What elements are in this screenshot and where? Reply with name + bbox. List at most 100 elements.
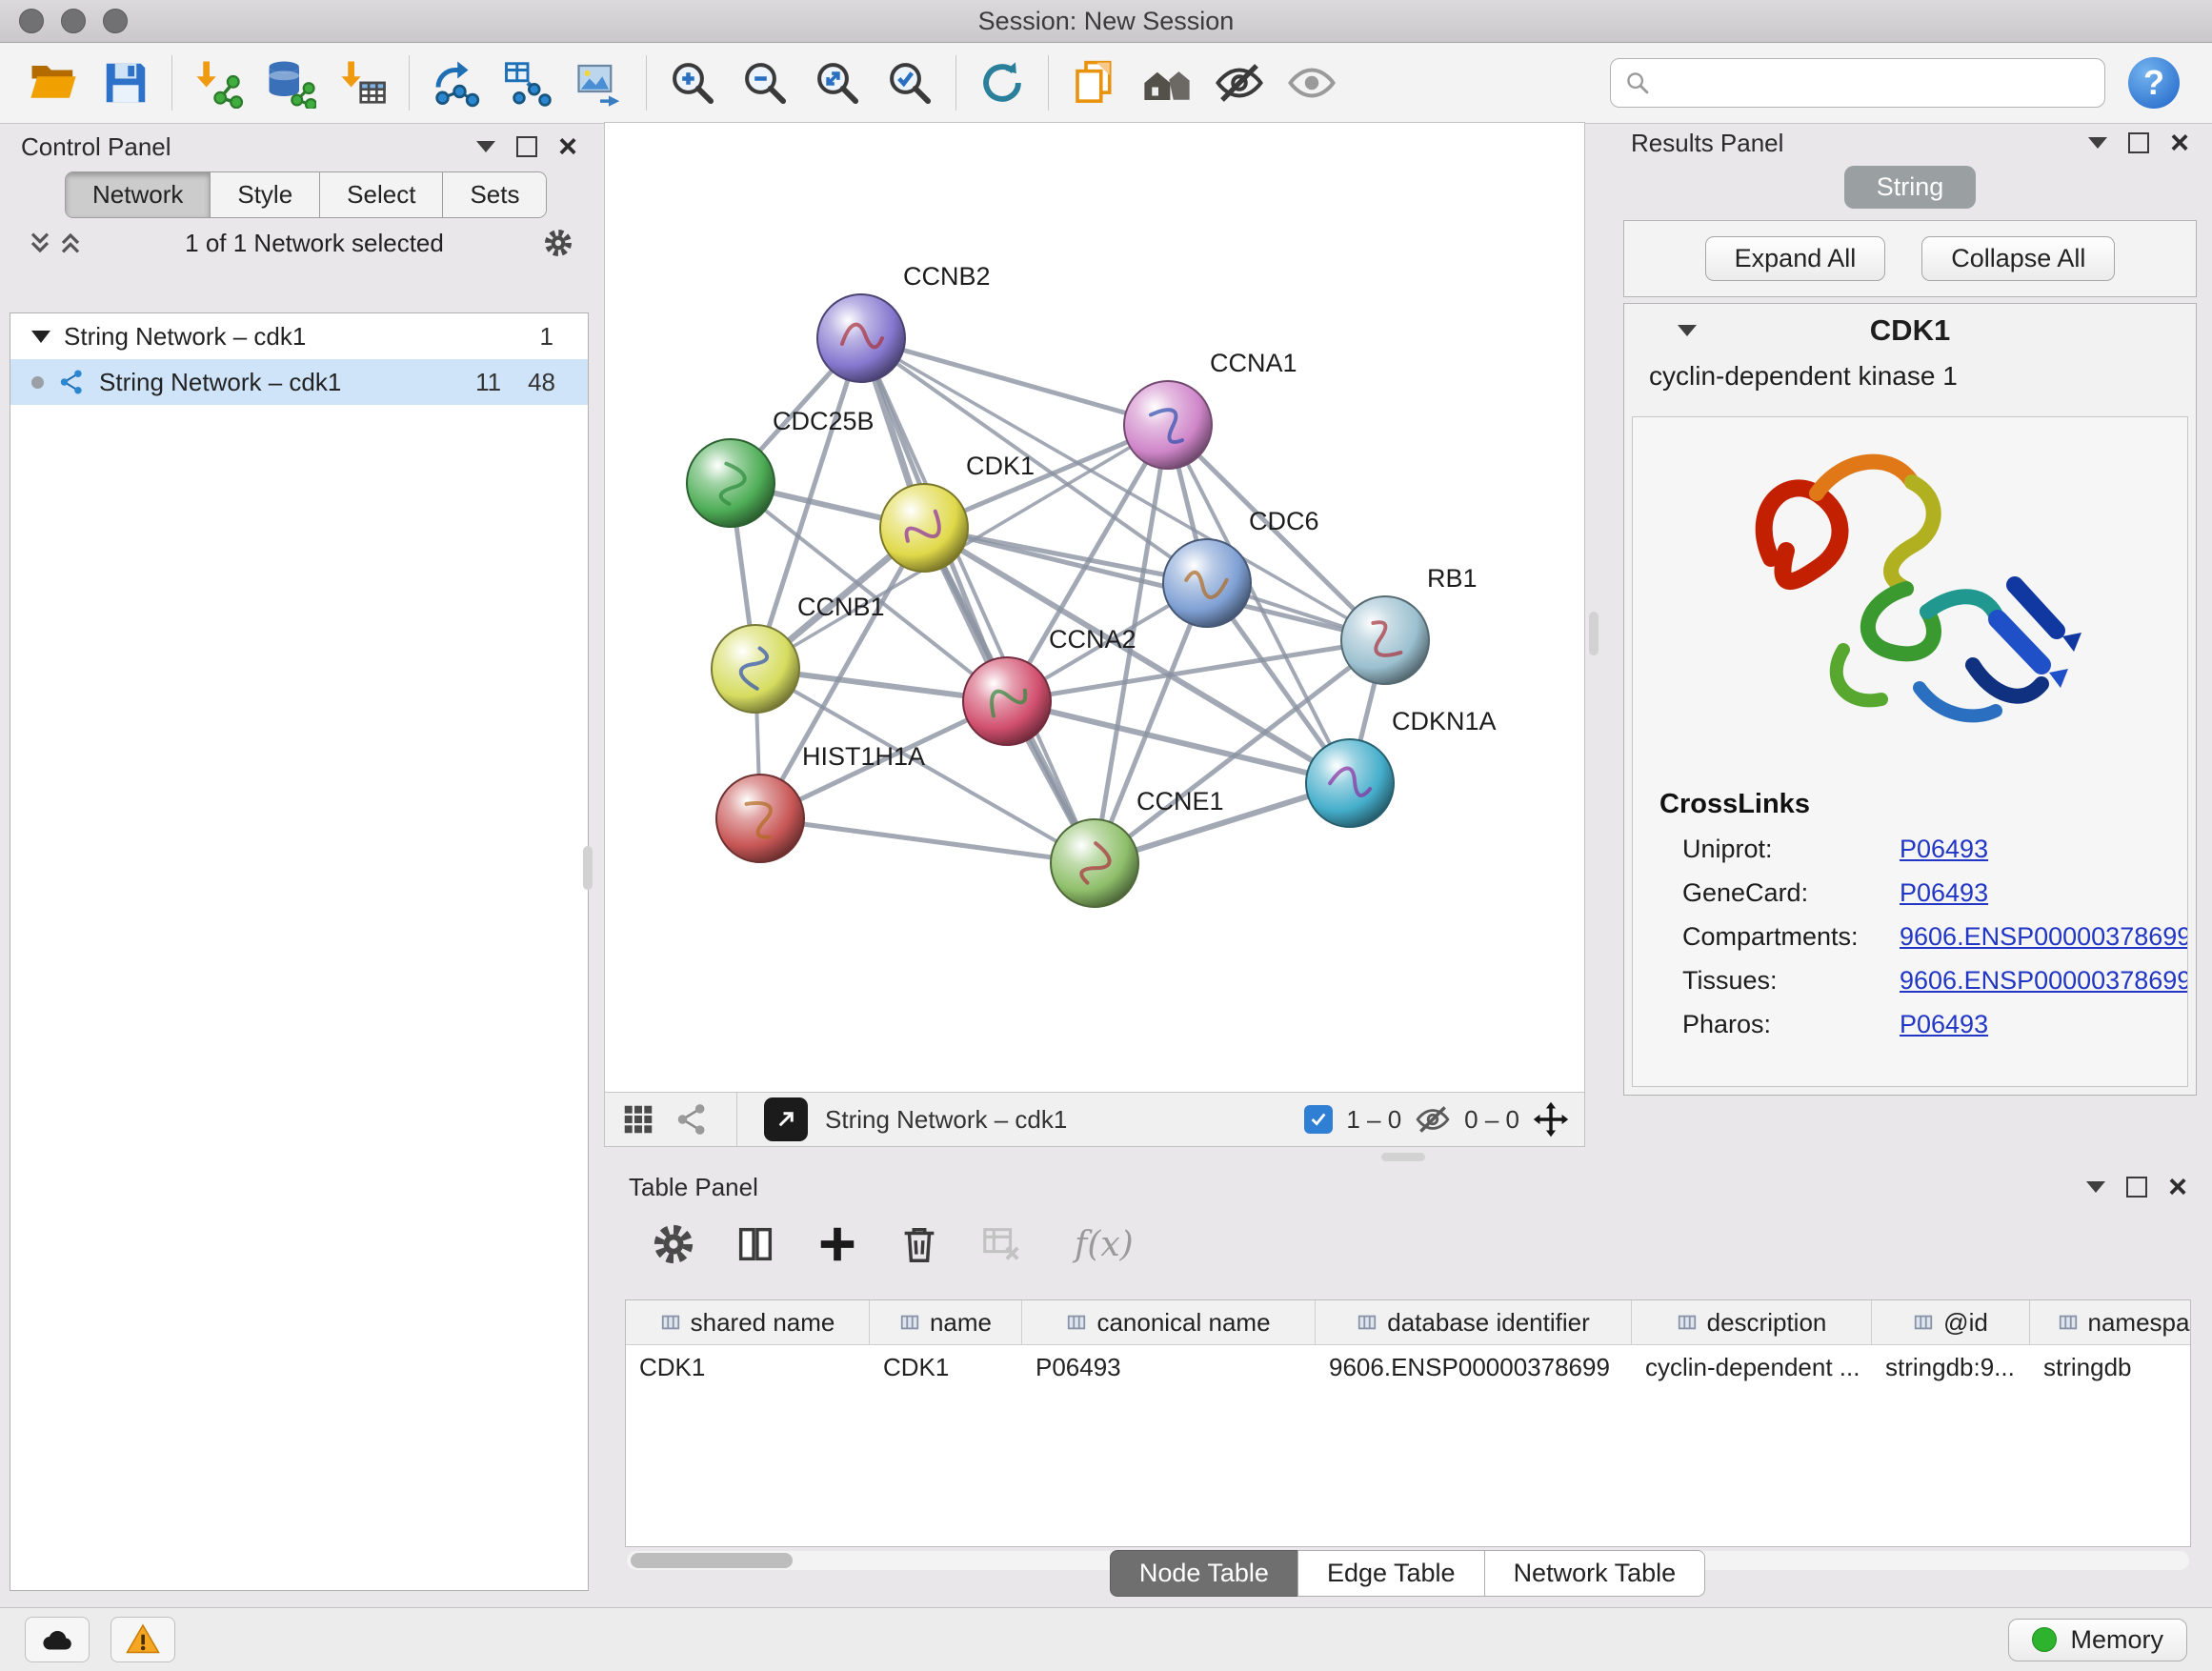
column-header--id[interactable]: @id <box>1872 1300 2030 1344</box>
network-node-RB1[interactable] <box>1341 596 1429 684</box>
close-panel-icon[interactable]: × <box>2168 1171 2187 1203</box>
collapse-all-icon[interactable] <box>25 228 55 258</box>
network-canvas[interactable]: CCNB2CCNA1CDC25BCDK1CDC6RB1CCNB1CCNA2CDK… <box>605 123 1584 1092</box>
collapse-gene-caret-icon[interactable] <box>1678 325 1697 336</box>
open-session-button[interactable] <box>17 50 90 116</box>
table-cell[interactable]: cyclin-dependent ... <box>1632 1345 1872 1389</box>
panel-menu-caret-icon[interactable] <box>476 141 495 152</box>
panel-menu-caret-icon[interactable] <box>2088 137 2107 149</box>
column-header-name[interactable]: name <box>870 1300 1022 1344</box>
tab-network[interactable]: Network <box>66 172 210 217</box>
collapse-all-button[interactable]: Collapse All <box>1921 236 2115 281</box>
tab-sets[interactable]: Sets <box>442 172 546 217</box>
search-box[interactable] <box>1610 58 2105 108</box>
help-button[interactable]: ? <box>2128 57 2180 109</box>
float-panel-icon[interactable] <box>2126 1177 2147 1198</box>
warnings-button[interactable] <box>111 1617 175 1662</box>
annotation-mode-button[interactable] <box>764 1097 808 1141</box>
column-header-description[interactable]: description <box>1632 1300 1872 1344</box>
gear-icon[interactable] <box>543 228 573 258</box>
zoom-window-button[interactable] <box>103 9 128 33</box>
network-from-table-button[interactable] <box>492 50 564 116</box>
crosslink-link[interactable]: P06493 <box>1900 1010 1988 1039</box>
splitter-handle[interactable] <box>1381 1153 1425 1161</box>
tree-expand-caret-icon[interactable] <box>31 331 50 343</box>
expand-all-button[interactable]: Expand All <box>1705 236 1886 281</box>
network-node-CDC25B[interactable] <box>687 439 774 527</box>
network-node-CDKN1A[interactable] <box>1306 739 1394 827</box>
cloud-status-button[interactable] <box>25 1617 90 1662</box>
function-builder-button[interactable]: f(x) <box>1075 1225 1134 1264</box>
table-cell[interactable]: CDK1 <box>626 1345 870 1389</box>
export-image-button[interactable] <box>564 50 636 116</box>
table-cell[interactable]: stringdb:9... <box>1872 1345 2030 1389</box>
network-node-CCNA1[interactable] <box>1124 381 1212 469</box>
table-cell[interactable]: stringdb <box>2030 1345 2191 1389</box>
column-header-database-identifier[interactable]: database identifier <box>1316 1300 1632 1344</box>
tab-string[interactable]: String <box>1844 166 1977 209</box>
close-window-button[interactable] <box>19 9 44 33</box>
zoom-fit-button[interactable] <box>801 50 874 116</box>
import-table-file-button[interactable] <box>327 50 399 116</box>
hidden-eye-slash-icon[interactable] <box>1415 1101 1451 1137</box>
table-cell[interactable]: 9606.ENSP00000378699 <box>1316 1345 1632 1389</box>
table-cell[interactable]: CDK1 <box>870 1345 1022 1389</box>
splitter-handle[interactable] <box>1589 612 1599 655</box>
table-options-gear-icon[interactable] <box>652 1222 695 1266</box>
show-graphics-button[interactable] <box>1276 50 1348 116</box>
show-columns-icon[interactable] <box>734 1222 777 1266</box>
network-node-CCNB2[interactable] <box>817 294 905 382</box>
pan-crosshair-icon[interactable] <box>1533 1101 1569 1137</box>
string-home-button[interactable] <box>1131 50 1203 116</box>
close-panel-icon[interactable]: × <box>2170 127 2189 159</box>
delete-column-trash-icon[interactable] <box>897 1222 941 1266</box>
collection-row[interactable]: String Network – cdk1 1 <box>10 313 588 359</box>
splitter-handle[interactable] <box>583 846 593 890</box>
network-node-CCNA2[interactable] <box>963 657 1051 745</box>
overview-network-icon[interactable] <box>674 1101 710 1137</box>
column-header-canonical-name[interactable]: canonical name <box>1022 1300 1316 1344</box>
save-session-button[interactable] <box>90 50 162 116</box>
close-panel-icon[interactable]: × <box>558 131 577 163</box>
tab-style[interactable]: Style <box>210 172 319 217</box>
tab-node-table[interactable]: Node Table <box>1110 1550 1298 1597</box>
import-network-database-button[interactable] <box>254 50 327 116</box>
memory-button[interactable]: Memory <box>2008 1619 2187 1661</box>
network-node-CDK1[interactable] <box>880 484 968 572</box>
zoom-selected-button[interactable] <box>874 50 946 116</box>
tab-select[interactable]: Select <box>319 172 442 217</box>
network-node-HIST1H1A[interactable] <box>716 775 804 862</box>
crosslink-link[interactable]: 9606.ENSP00000378699 <box>1900 922 2188 952</box>
tab-edge-table[interactable]: Edge Table <box>1297 1550 1485 1597</box>
network-graph[interactable]: CCNB2CCNA1CDC25BCDK1CDC6RB1CCNB1CCNA2CDK… <box>605 123 1584 1091</box>
selected-checkbox-icon[interactable] <box>1304 1105 1333 1134</box>
float-panel-icon[interactable] <box>516 136 537 157</box>
create-column-plus-icon[interactable] <box>815 1222 859 1266</box>
import-network-file-button[interactable] <box>182 50 254 116</box>
apply-layout-button[interactable] <box>966 50 1038 116</box>
zoom-in-button[interactable] <box>656 50 729 116</box>
network-row[interactable]: String Network – cdk1 11 48 <box>10 359 588 405</box>
tab-network-table[interactable]: Network Table <box>1484 1550 1706 1597</box>
network-edge-CCNE1-HIST1H1A[interactable] <box>760 818 1095 863</box>
birdseye-grid-icon[interactable] <box>620 1101 656 1137</box>
network-node-CCNB1[interactable] <box>712 625 799 713</box>
table-row[interactable]: CDK1CDK1P064939606.ENSP00000378699cyclin… <box>626 1345 2190 1389</box>
zoom-out-button[interactable] <box>729 50 801 116</box>
hide-graphics-button[interactable] <box>1203 50 1276 116</box>
panel-menu-caret-icon[interactable] <box>2086 1181 2105 1193</box>
network-edge-CCNB2-CCNA1[interactable] <box>861 338 1168 425</box>
network-edge-CCNB2-CCNE1[interactable] <box>861 338 1095 863</box>
float-panel-icon[interactable] <box>2128 132 2149 153</box>
documentation-button[interactable] <box>1058 50 1131 116</box>
expand-all-icon[interactable] <box>55 228 86 258</box>
crosslink-link[interactable]: P06493 <box>1900 878 1988 908</box>
crosslink-link[interactable]: 9606.ENSP00000378699 <box>1900 966 2188 996</box>
search-input[interactable] <box>1660 68 2091 99</box>
minimize-window-button[interactable] <box>61 9 86 33</box>
column-header-shared-name[interactable]: shared name <box>626 1300 870 1344</box>
column-header-namespac[interactable]: namespac <box>2030 1300 2191 1344</box>
crosslink-link[interactable]: P06493 <box>1900 835 1988 864</box>
table-cell[interactable]: P06493 <box>1022 1345 1316 1389</box>
new-network-button[interactable] <box>419 50 492 116</box>
